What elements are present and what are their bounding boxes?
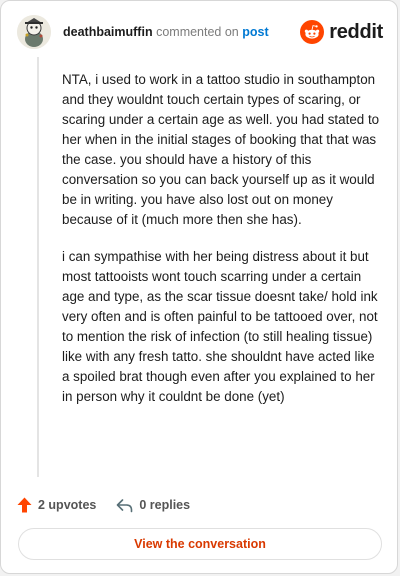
thread-line xyxy=(37,57,39,477)
comment-footer: 2 upvotes 0 replies xyxy=(17,495,210,515)
reddit-logo-icon xyxy=(300,20,325,44)
comment-meta: deathbaimuffin commented on post xyxy=(63,25,269,39)
comment-body: NTA, i used to work in a tattoo studio i… xyxy=(62,70,380,424)
comment-paragraph: i can sympathise with her being distress… xyxy=(62,249,378,404)
upvote-count: 2 upvotes xyxy=(38,498,97,512)
reply-icon xyxy=(117,498,133,512)
action-text: commented on xyxy=(156,25,239,39)
comment-card: deathbaimuffin commented on post reddit … xyxy=(0,0,398,574)
view-conversation-button[interactable]: View the conversation xyxy=(18,528,382,560)
comment-paragraph: NTA, i used to work in a tattoo studio i… xyxy=(62,72,380,227)
reddit-wordmark: reddit xyxy=(329,20,383,43)
reply-stat[interactable]: 0 replies xyxy=(116,498,190,513)
avatar[interactable] xyxy=(17,15,51,49)
reply-count: 0 replies xyxy=(139,498,191,512)
comment-header: deathbaimuffin commented on post reddit xyxy=(15,15,383,51)
reddit-logo[interactable]: reddit xyxy=(300,19,383,45)
upvote-stat[interactable]: 2 upvotes xyxy=(17,497,96,513)
post-link[interactable]: post xyxy=(242,25,268,39)
username[interactable]: deathbaimuffin xyxy=(63,25,153,39)
upvote-icon xyxy=(17,497,32,513)
